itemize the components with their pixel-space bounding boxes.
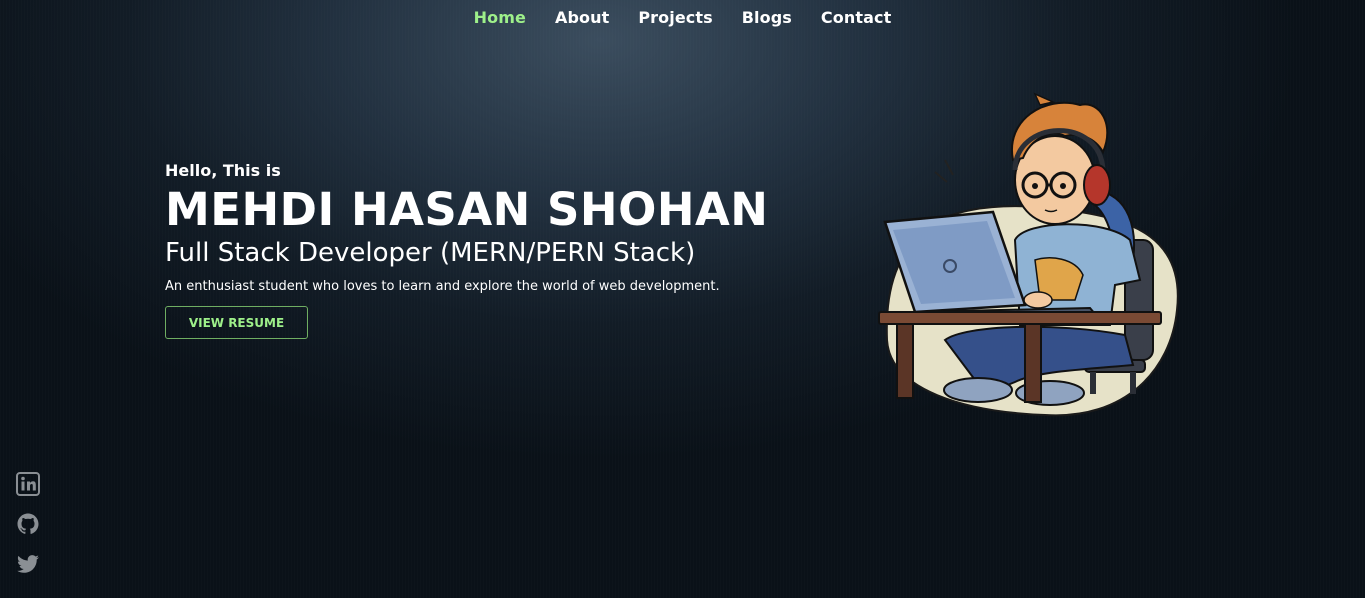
developer-illustration (875, 90, 1185, 420)
social-links (16, 472, 40, 576)
nav-item-about[interactable]: About (555, 8, 609, 27)
hero-role: Full Stack Developer (MERN/PERN Stack) (165, 238, 696, 268)
hero-greeting: Hello, This is (165, 161, 281, 180)
nav-item-contact[interactable]: Contact (821, 8, 891, 27)
nav-item-blogs[interactable]: Blogs (742, 8, 792, 27)
nav-item-home[interactable]: Home (474, 8, 526, 27)
view-resume-button[interactable]: VIEW RESUME (165, 306, 308, 339)
nav-item-projects[interactable]: Projects (638, 8, 712, 27)
github-icon[interactable] (16, 512, 40, 536)
hero-section: Hello, This is MEHDI HASAN SHOHAN Full S… (165, 160, 768, 339)
main-nav: Home About Projects Blogs Contact (0, 8, 1365, 27)
hero-name: MEHDI HASAN SHOHAN (165, 183, 769, 236)
linkedin-icon[interactable] (16, 472, 40, 496)
twitter-icon[interactable] (16, 552, 40, 576)
hero-tagline: An enthusiast student who loves to learn… (165, 279, 720, 294)
